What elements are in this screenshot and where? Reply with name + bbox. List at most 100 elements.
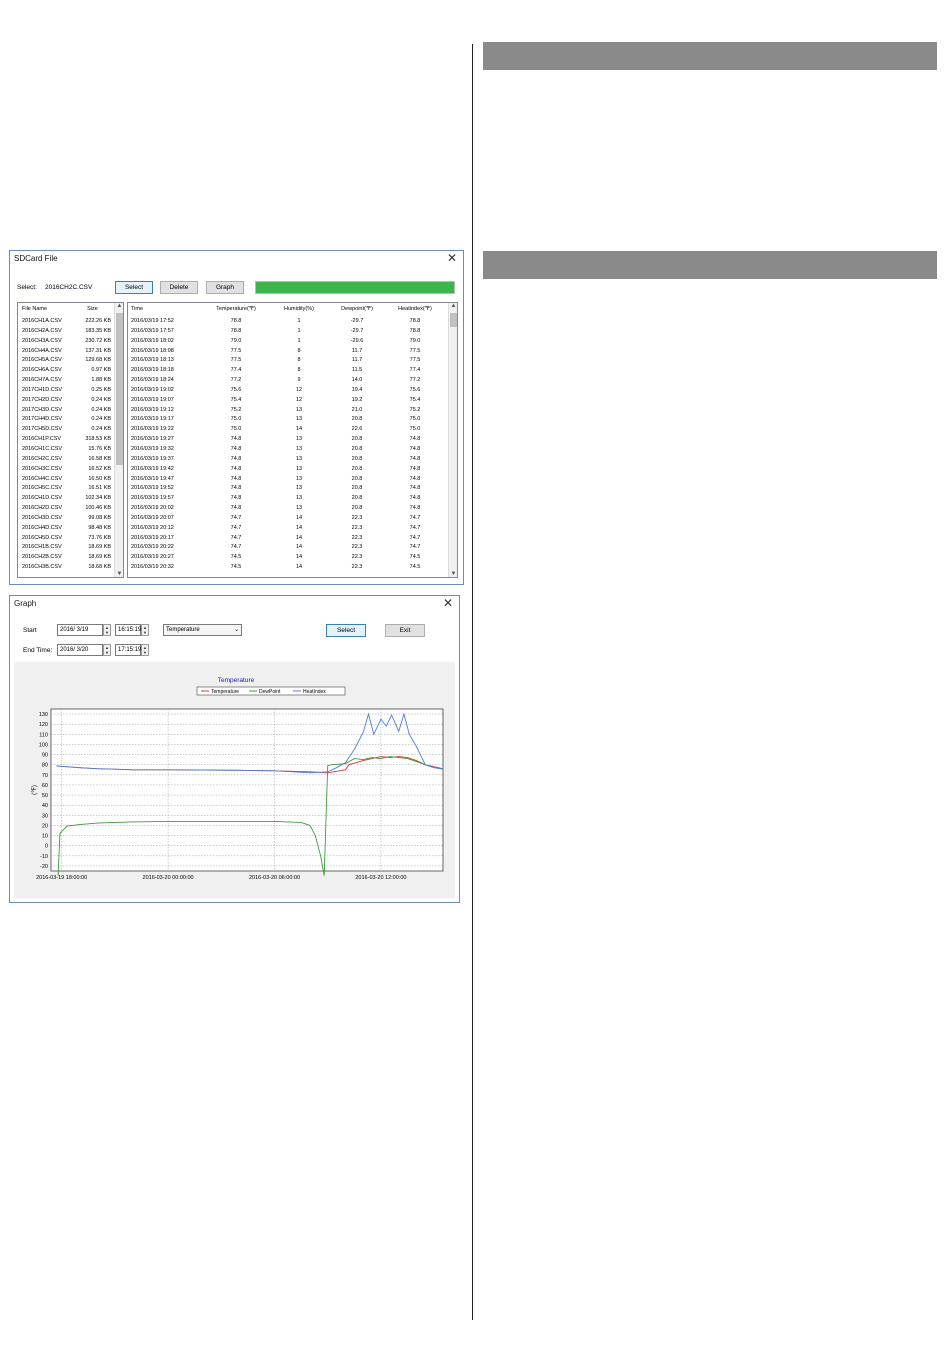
table-row[interactable]: 2016/03/19 20:07 74.7 14 22.3 74.7 xyxy=(128,514,448,524)
heatindex-cell: 74.8 xyxy=(409,505,421,512)
table-row[interactable]: 2016/03/19 19:22 75.0 14 22.6 75.0 xyxy=(128,425,448,435)
humidity-cell: 14 xyxy=(295,564,303,571)
start-date-field[interactable]: 2016/ 3/19 xyxy=(57,624,103,636)
end-date-field[interactable]: 2016/ 3/20 xyxy=(57,644,103,656)
table-row[interactable]: 2016/03/19 18:08 77.5 8 11.7 77.5 xyxy=(128,347,448,357)
file-list-item[interactable]: 2016CH1D.CSV 102.34 KB xyxy=(18,494,115,504)
dewpoint-cell: 22.3 xyxy=(351,534,363,541)
close-icon[interactable]: ✕ xyxy=(443,597,453,609)
column-header-dewpoint[interactable]: Dewpoint(℉) xyxy=(332,303,382,317)
file-list-item[interactable]: 2016CH4A.CSV 137.31 KB xyxy=(18,347,115,357)
x-tick-label: 2016-03-20 12:00:00 xyxy=(355,875,406,881)
table-row[interactable]: 2016/03/19 20:02 74.8 13 20.8 74.8 xyxy=(128,504,448,514)
file-list-item[interactable]: 2016CH1P.CSV 318.53 KB xyxy=(18,435,115,445)
file-header-size[interactable]: Size xyxy=(70,303,115,317)
close-icon[interactable]: ✕ xyxy=(447,252,457,264)
file-list-item[interactable]: 2016CH1C.CSV 15.76 KB xyxy=(18,445,115,455)
file-list-item[interactable]: 2016CH3A.CSV 230.72 KB xyxy=(18,337,115,347)
select-button[interactable]: Select xyxy=(115,281,153,294)
file-list-item[interactable]: 2017CH2D.CSV 0.24 KB xyxy=(18,396,115,406)
file-list-item[interactable]: 2017CH5D.CSV 0.24 KB xyxy=(18,425,115,435)
column-header-time[interactable]: Time xyxy=(128,303,206,317)
file-list-item[interactable]: 2016CH3C.CSV 16.52 KB xyxy=(18,465,115,475)
file-list-item[interactable]: 2016CH3D.CSV 99.08 KB xyxy=(18,514,115,524)
file-list-item[interactable]: 2016CH4C.CSV 16.50 KB xyxy=(18,475,115,485)
scrollbar-thumb[interactable] xyxy=(450,313,457,327)
table-row[interactable]: 2016/03/19 18:02 79.0 1 -29.6 79.0 xyxy=(128,337,448,347)
delete-button[interactable]: Delete xyxy=(160,281,198,294)
scroll-down-icon[interactable]: ▼ xyxy=(449,571,457,577)
start-label: Start xyxy=(23,627,37,634)
heatindex-cell: 75.0 xyxy=(409,416,421,423)
heatindex-cell: 74.8 xyxy=(409,485,421,492)
end-time-spinner[interactable]: ▲ ▼ xyxy=(141,644,149,656)
measurement-select[interactable]: Temperature ⌄ xyxy=(163,624,242,636)
table-row[interactable]: 2016/03/19 20:17 74.7 14 22.3 74.7 xyxy=(128,534,448,544)
temperature-cell: 74.7 xyxy=(230,524,242,531)
file-list-item[interactable]: 2016CH5C.CSV 16.51 KB xyxy=(18,484,115,494)
table-row[interactable]: 2016/03/19 18:13 77.5 8 11.7 77.5 xyxy=(128,356,448,366)
humidity-cell: 1 xyxy=(297,318,301,324)
table-row[interactable]: 2016/03/19 17:57 78.8 1 -29.7 78.8 xyxy=(128,327,448,337)
column-header-temperature[interactable]: Temperature(℉) xyxy=(206,303,266,317)
table-row[interactable]: 2016/03/19 19:17 75.0 13 20.8 75.0 xyxy=(128,415,448,425)
file-size-cell: 15.76 KB xyxy=(88,445,111,452)
file-list-item[interactable]: 2016CH5A.CSV 129.68 KB xyxy=(18,356,115,366)
file-list-item[interactable]: 2016CH7A.CSV 1.88 KB xyxy=(18,376,115,386)
file-list-item[interactable]: 2016CH3B.CSV 18.68 KB xyxy=(18,563,115,573)
end-time-field[interactable]: 17:15:19 xyxy=(115,644,141,656)
file-list-item[interactable]: 2016CH1B.CSV 18.69 KB xyxy=(18,543,115,553)
table-row[interactable]: 2016/03/19 20:27 74.5 14 22.3 74.5 xyxy=(128,553,448,563)
file-list-item[interactable]: 2016CH2B.CSV 18.69 KB xyxy=(18,553,115,563)
file-list-item[interactable]: 2016CH2A.CSV 183.35 KB xyxy=(18,327,115,337)
graph-select-button[interactable]: Select xyxy=(326,624,366,637)
start-time-spinner[interactable]: ▲ ▼ xyxy=(141,624,149,636)
table-row[interactable]: 2016/03/19 19:07 75.4 12 19.2 75.4 xyxy=(128,396,448,406)
end-date-spinner[interactable]: ▲ ▼ xyxy=(103,644,111,656)
table-row[interactable]: 2016/03/19 18:18 77.4 8 11.5 77.4 xyxy=(128,366,448,376)
table-row[interactable]: 2016/03/19 19:47 74.8 13 20.8 74.8 xyxy=(128,475,448,485)
table-row[interactable]: 2016/03/19 19:27 74.8 13 20.8 74.8 xyxy=(128,435,448,445)
file-list-item[interactable]: 2016CH4D.CSV 98.48 KB xyxy=(18,524,115,534)
file-list-item[interactable]: 2017CH3D.CSV 0.24 KB xyxy=(18,406,115,416)
scroll-up-icon[interactable]: ▲ xyxy=(449,303,457,309)
file-size-cell: 0.24 KB xyxy=(91,396,111,403)
file-list[interactable]: File Name Size 2016CH1A.CSV 222.26 KB 2016… xyxy=(17,302,124,578)
graph-button[interactable]: Graph xyxy=(206,281,244,294)
column-header-heatindex[interactable]: Heatindex(℉) xyxy=(382,303,448,317)
file-list-item[interactable]: 2016CH2C.CSV 16.58 KB xyxy=(18,455,115,465)
dewpoint-cell: 22.3 xyxy=(351,524,363,531)
table-row[interactable]: 2016/03/19 20:32 74.5 14 22.3 74.5 xyxy=(128,563,448,573)
table-row[interactable]: 2016/03/19 19:57 74.8 13 20.8 74.8 xyxy=(128,494,448,504)
y-tick-label: -20 xyxy=(40,864,48,870)
column-header-humidity[interactable]: Humidity(%) xyxy=(266,303,332,317)
table-row[interactable]: 2016/03/19 18:24 77.2 9 14.0 77.2 xyxy=(128,376,448,386)
data-grid-scrollbar[interactable]: ▲ ▼ xyxy=(448,303,457,577)
scroll-down-icon[interactable]: ▼ xyxy=(115,571,123,577)
table-row[interactable]: 2016/03/19 19:42 74.8 13 20.8 74.8 xyxy=(128,465,448,475)
file-list-item[interactable]: 2016CH2D.CSV 100.46 KB xyxy=(18,504,115,514)
file-list-scrollbar[interactable]: ▲ ▼ xyxy=(114,303,123,577)
file-list-item[interactable]: 2017CH1D.CSV 0.25 KB xyxy=(18,386,115,396)
table-row[interactable]: 2016/03/19 20:22 74.7 14 22.3 74.7 xyxy=(128,543,448,553)
scroll-up-icon[interactable]: ▲ xyxy=(115,303,123,309)
table-row[interactable]: 2016/03/19 19:32 74.8 13 20.8 74.8 xyxy=(128,445,448,455)
table-row[interactable]: 2016/03/19 19:12 75.2 13 21.0 75.2 xyxy=(128,406,448,416)
file-header-name[interactable]: File Name xyxy=(18,303,70,317)
scrollbar-thumb[interactable] xyxy=(116,313,123,465)
table-row[interactable]: 2016/03/19 17:52 78.8 1 -29.7 78.8 xyxy=(128,317,448,327)
file-list-item[interactable]: 2016CH6A.CSV 0.97 KB xyxy=(18,366,115,376)
start-time-field[interactable]: 16:15:19 xyxy=(115,624,141,636)
file-list-item[interactable]: 2016CH1A.CSV 222.26 KB xyxy=(18,317,115,327)
file-list-item[interactable]: 2017CH4D.CSV 0.24 KB xyxy=(18,415,115,425)
table-row[interactable]: 2016/03/19 19:52 74.8 13 20.8 74.8 xyxy=(128,484,448,494)
file-name-cell: 2017CH1D.CSV xyxy=(22,386,63,393)
table-row[interactable]: 2016/03/19 19:02 75.6 12 19.4 75.6 xyxy=(128,386,448,396)
data-grid[interactable]: Time Temperature(℉) Humidity(%) Dewpoint… xyxy=(127,302,458,578)
start-date-spinner[interactable]: ▲ ▼ xyxy=(103,624,111,636)
table-row[interactable]: 2016/03/19 20:12 74.7 14 22.3 74.7 xyxy=(128,524,448,534)
table-row[interactable]: 2016/03/19 19:37 74.8 13 20.8 74.8 xyxy=(128,455,448,465)
exit-button[interactable]: Exit xyxy=(385,624,425,637)
file-name-cell: 2016CH5C.CSV xyxy=(22,485,63,492)
file-list-item[interactable]: 2016CH5D.CSV 73.76 KB xyxy=(18,534,115,544)
